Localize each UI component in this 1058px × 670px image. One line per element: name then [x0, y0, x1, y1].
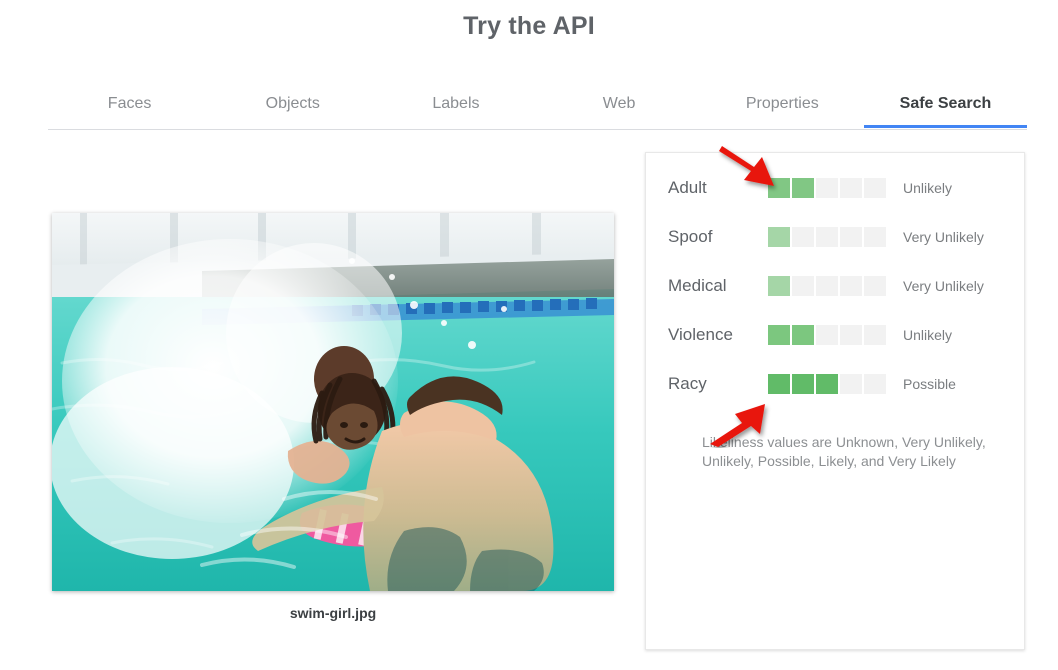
- bar-segment: [792, 178, 814, 198]
- bar-segment: [864, 325, 886, 345]
- bar-segment: [792, 325, 814, 345]
- bar-segment: [792, 227, 814, 247]
- likelihood-row-medical: Medical Very Unlikely: [668, 274, 1008, 298]
- likelihood-value: Very Unlikely: [903, 278, 984, 294]
- tab-label: Faces: [107, 95, 152, 112]
- likeliness-legend-note: Likeliness values are Unknown, Very Unli…: [702, 434, 986, 469]
- bar-segment: [768, 178, 790, 198]
- tab-safe-search[interactable]: Safe Search: [863, 84, 1028, 128]
- likelihood-value: Very Unlikely: [903, 229, 984, 245]
- bar-segment: [768, 325, 790, 345]
- tab-label: Safe Search: [899, 95, 992, 112]
- tab-faces[interactable]: Faces: [48, 84, 211, 127]
- bar-segment: [768, 374, 790, 394]
- likelihood-bar-adult: [768, 178, 886, 198]
- bar-segment: [864, 178, 886, 198]
- bar-segment: [816, 276, 838, 296]
- bar-segment: [840, 178, 862, 198]
- tab-label: Properties: [745, 95, 819, 112]
- likelihood-bar-racy: [768, 374, 886, 394]
- likelihood-row-racy: Racy Possible: [668, 372, 1008, 396]
- likelihood-value: Possible: [903, 376, 956, 392]
- bar-segment: [840, 374, 862, 394]
- likelihood-label: Racy: [668, 374, 707, 393]
- bar-segment: [864, 374, 886, 394]
- likelihood-label: Violence: [668, 325, 733, 344]
- tab-labels[interactable]: Labels: [374, 84, 537, 127]
- tab-web[interactable]: Web: [538, 84, 701, 127]
- bar-segment: [840, 276, 862, 296]
- likelihood-value: Unlikely: [903, 327, 953, 343]
- tab-label: Web: [602, 95, 636, 112]
- tab-properties[interactable]: Properties: [701, 84, 864, 127]
- likelihood-bar-medical: [768, 276, 886, 296]
- likelihood-bar-spoof: [768, 227, 886, 247]
- safe-search-results-card: Adult Unlikely Spoof Very Unlikely Medic…: [645, 152, 1025, 650]
- bar-segment: [840, 227, 862, 247]
- page-title: Try the API: [463, 12, 595, 40]
- photo-filename: swim-girl.jpg: [289, 605, 377, 621]
- bar-segment: [768, 227, 790, 247]
- bar-segment: [840, 325, 862, 345]
- likelihood-value: Unlikely: [903, 180, 953, 196]
- likelihood-row-adult: Adult Unlikely: [668, 176, 1008, 200]
- likelihood-label: Medical: [668, 276, 727, 295]
- tab-objects[interactable]: Objects: [211, 84, 374, 127]
- tab-label: Labels: [432, 95, 480, 112]
- likelihood-bar-violence: [768, 325, 886, 345]
- bar-segment: [816, 374, 838, 394]
- likelihood-row-violence: Violence Unlikely: [668, 323, 1008, 347]
- likelihood-row-spoof: Spoof Very Unlikely: [668, 225, 1008, 249]
- bar-segment: [816, 227, 838, 247]
- bar-segment: [768, 276, 790, 296]
- bar-segment: [864, 227, 886, 247]
- likelihood-label: Spoof: [668, 227, 713, 246]
- bar-segment: [816, 325, 838, 345]
- analyzed-photo[interactable]: [52, 213, 614, 591]
- pool-photo-illustration: [52, 213, 614, 591]
- bar-segment: [792, 374, 814, 394]
- bar-segment: [864, 276, 886, 296]
- likelihood-label: Adult: [668, 178, 707, 197]
- tab-bar: Faces Objects Labels Web Properties Safe…: [48, 84, 1028, 130]
- bar-segment: [816, 178, 838, 198]
- image-panel: swim-girl.jpg: [52, 213, 614, 621]
- tab-label: Objects: [265, 95, 320, 112]
- bar-segment: [792, 276, 814, 296]
